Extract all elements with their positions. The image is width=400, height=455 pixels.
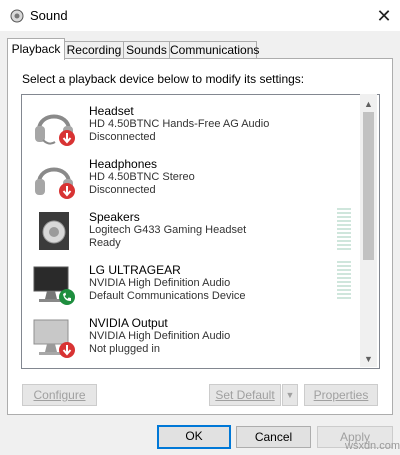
volume-meter [337, 208, 351, 252]
list-item-nvidia-output[interactable]: NVIDIA Output NVIDIA High Definition Aud… [25, 310, 360, 363]
tab-recording[interactable]: Recording [64, 41, 124, 59]
headphones-icon [35, 167, 75, 199]
set-default-dropdown-icon[interactable]: ▼ [282, 384, 298, 406]
device-status: Ready [89, 237, 121, 249]
device-driver: NVIDIA High Definition Audio [89, 277, 231, 289]
device-status: Disconnected [89, 131, 156, 143]
list-item-headphones[interactable]: Headphones HD 4.50BTNC Stereo Disconnect… [25, 151, 360, 204]
properties-button[interactable]: Properties [304, 384, 378, 406]
window-title: Sound [30, 8, 68, 23]
cancel-button[interactable]: Cancel [236, 426, 311, 448]
device-name: Headset [89, 104, 134, 118]
speaker-icon [39, 212, 69, 250]
tab-sounds[interactable]: Sounds [123, 41, 170, 59]
device-driver: NVIDIA High Definition Audio [89, 330, 231, 342]
monitor-icon [33, 319, 75, 358]
list-item-speakers[interactable]: Speakers Logitech G433 Gaming Headset Re… [25, 204, 360, 257]
speaker-app-icon [10, 9, 24, 23]
device-name: Speakers [89, 210, 140, 224]
configure-button[interactable]: Configure [22, 384, 97, 406]
device-name: NVIDIA Output [89, 316, 168, 330]
device-status: Default Communications Device [89, 290, 246, 302]
properties-label: Properties [313, 388, 369, 402]
device-driver: Logitech G433 Gaming Headset [89, 224, 247, 236]
volume-meter [337, 261, 351, 301]
device-status: Disconnected [89, 184, 156, 196]
set-default-button[interactable]: Set Default [209, 384, 281, 406]
tab-communications[interactable]: Communications [169, 41, 259, 59]
device-list[interactable]: Headset HD 4.50BTNC Hands-Free AG Audio … [21, 94, 380, 369]
list-item-lg-ultragear[interactable]: LG ULTRAGEAR NVIDIA High Definition Audi… [25, 257, 360, 310]
ok-button[interactable]: OK [157, 425, 231, 449]
device-driver: HD 4.50BTNC Hands-Free AG Audio [89, 118, 270, 130]
device-name: LG ULTRAGEAR [89, 263, 181, 277]
device-driver: HD 4.50BTNC Stereo [89, 171, 195, 183]
tab-playback[interactable]: Playback [7, 38, 65, 60]
device-status: Not plugged in [89, 343, 160, 355]
device-name: Headphones [89, 157, 158, 171]
headset-icon [35, 114, 75, 146]
close-icon[interactable]: ✕ [371, 3, 397, 29]
configure-label: Configure [33, 388, 86, 402]
list-item-headset[interactable]: Headset HD 4.50BTNC Hands-Free AG Audio … [25, 98, 360, 151]
set-default-label: Set Default [215, 388, 275, 402]
instruction-text: Select a playback device below to modify… [22, 72, 305, 86]
watermark-text: wsxdn.com [345, 440, 400, 452]
scroll-down-icon[interactable]: ▼ [360, 350, 377, 367]
scroll-up-icon[interactable]: ▲ [360, 95, 377, 112]
monitor-icon [33, 266, 75, 305]
vertical-scrollbar[interactable]: ▲ ▼ [360, 94, 377, 367]
scroll-thumb[interactable] [363, 112, 374, 260]
